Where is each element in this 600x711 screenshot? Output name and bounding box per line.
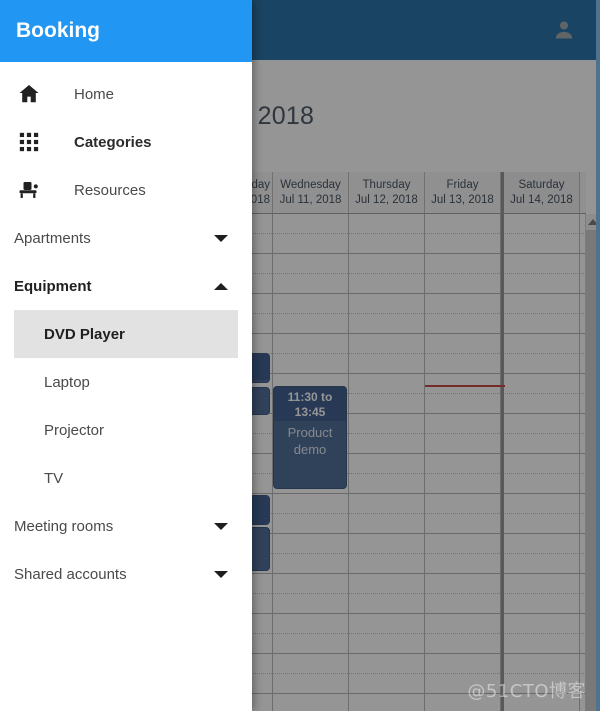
sidebar-item-dvd-player[interactable]: DVD Player [14, 310, 238, 358]
chevron-up-icon [214, 282, 228, 290]
home-icon [16, 81, 42, 107]
sidebar-group-label: Meeting rooms [14, 517, 114, 535]
sidebar-group-label: Equipment [14, 277, 92, 295]
sidebar-group-label: Shared accounts [14, 565, 127, 583]
app-root: Jul 08, 2018 - Jul 14, 2018 Tuesday Jul … [0, 0, 600, 711]
sidebar-item-label: Categories [74, 133, 152, 151]
sidebar-group-apartments[interactable]: Apartments [0, 214, 252, 262]
sidebar-item-label: Home [74, 85, 115, 103]
sidenav-header: Booking [0, 0, 252, 62]
sidebar-group-meeting-rooms[interactable]: Meeting rooms [0, 502, 252, 550]
chevron-down-icon [214, 570, 228, 578]
chair-icon [16, 177, 42, 203]
sidebar-group-equipment[interactable]: Equipment [0, 262, 252, 310]
sidebar-group-label: Apartments [14, 229, 91, 247]
sidebar-item-resources[interactable]: Resources [0, 166, 252, 214]
side-navigation-drawer: Booking Home Categories Resources Apartm… [0, 0, 252, 711]
sidenav-primary-list: Home Categories Resources Apartments Equ… [0, 62, 252, 598]
apps-grid-icon [16, 129, 42, 155]
chevron-down-icon [214, 234, 228, 242]
app-brand-title: Booking [16, 19, 100, 42]
chevron-down-icon [214, 522, 228, 530]
watermark: @51CTO博客 [467, 681, 586, 702]
sidebar-item-categories[interactable]: Categories [0, 118, 252, 166]
sidebar-item-tv[interactable]: TV [14, 454, 238, 502]
sidebar-group-shared-accounts[interactable]: Shared accounts [0, 550, 252, 598]
sidebar-item-label: Resources [74, 181, 146, 199]
sidebar-item-projector[interactable]: Projector [14, 406, 238, 454]
sidebar-item-home[interactable]: Home [0, 70, 252, 118]
sidebar-item-laptop[interactable]: Laptop [14, 358, 238, 406]
